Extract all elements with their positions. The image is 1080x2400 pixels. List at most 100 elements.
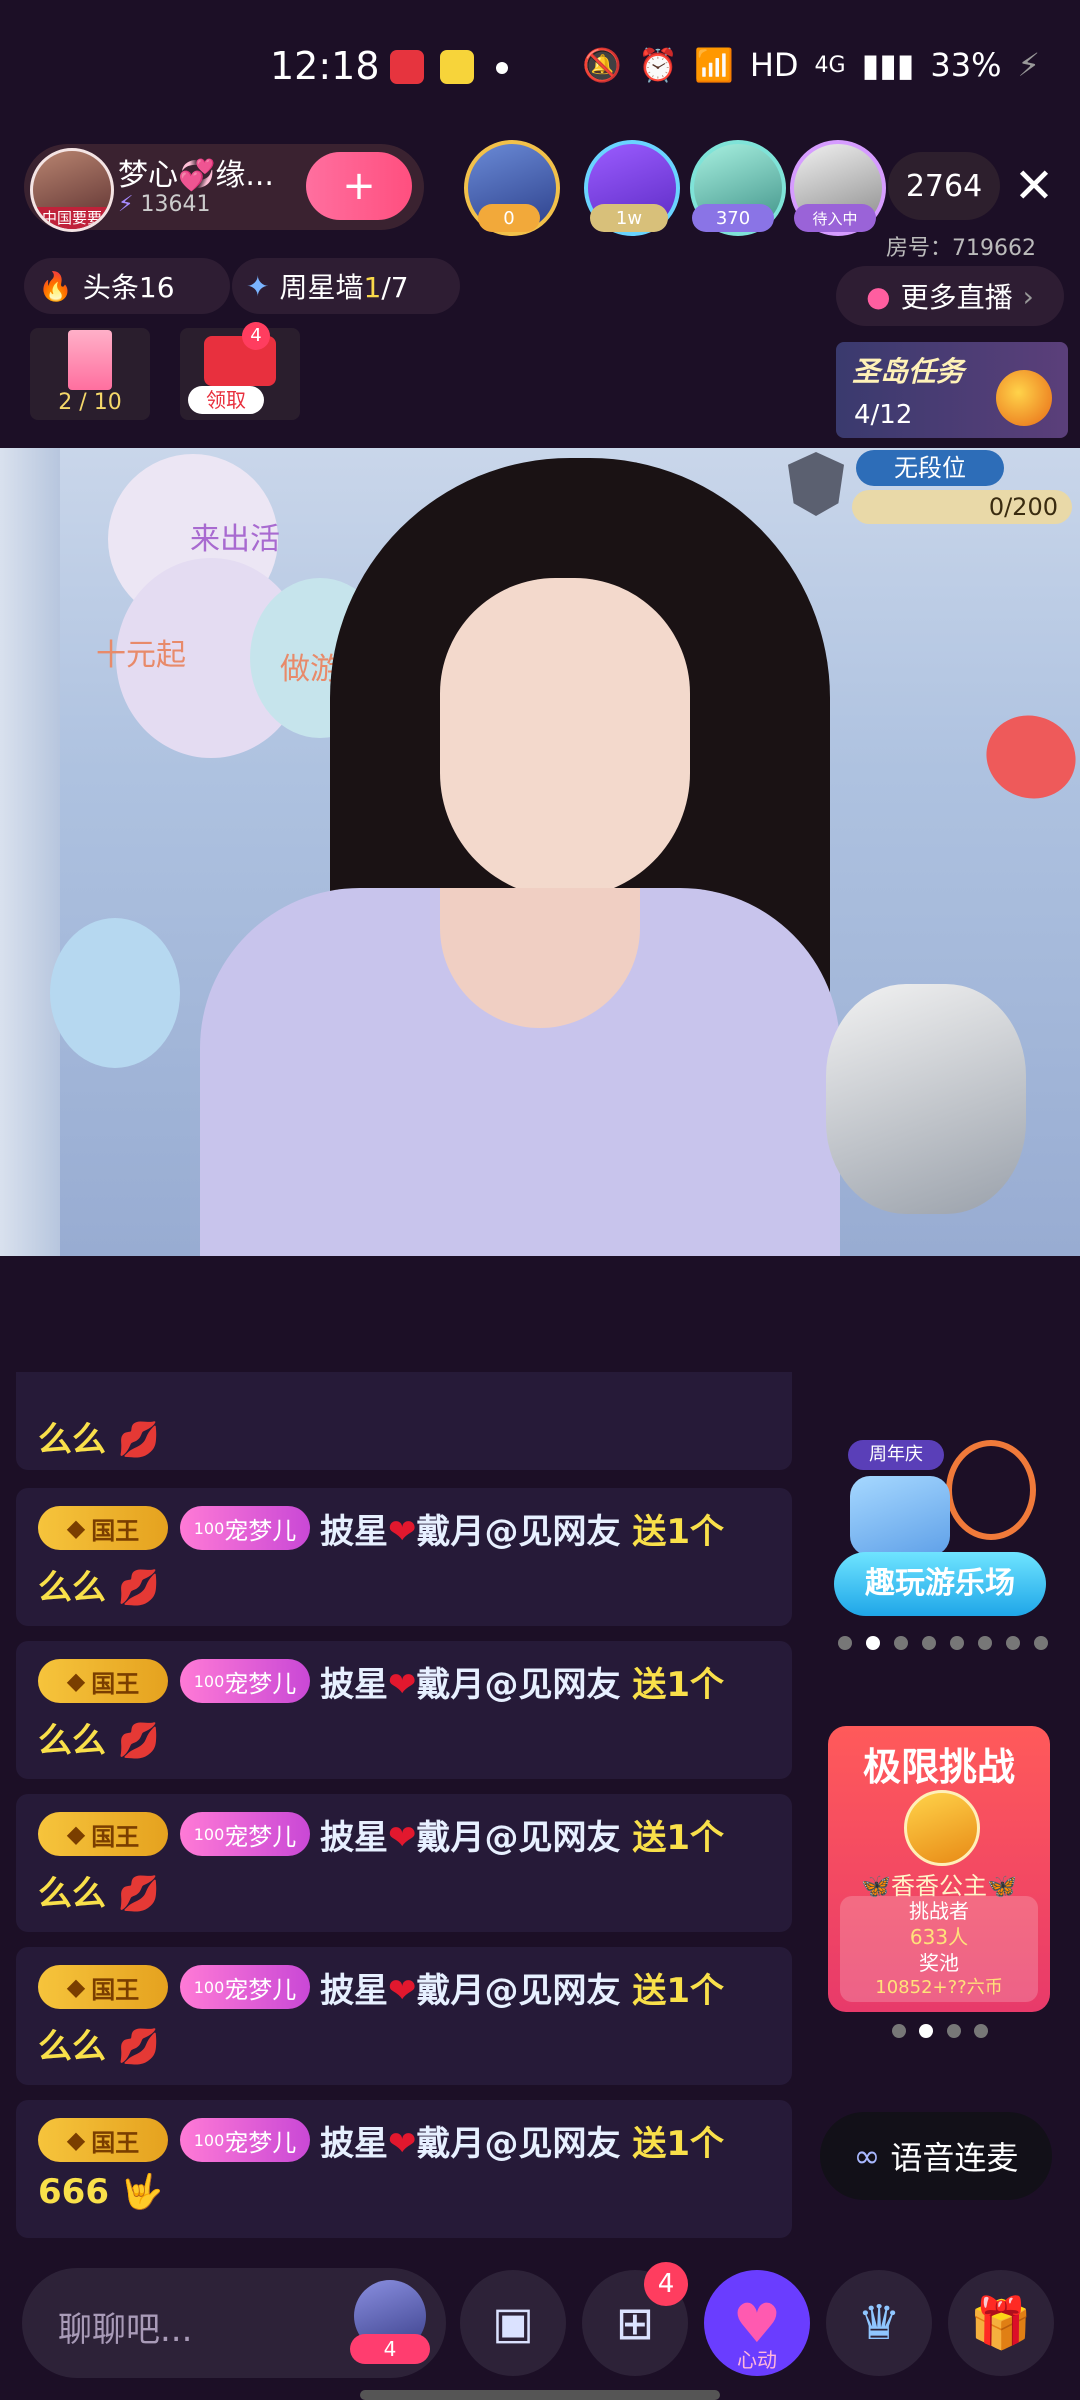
chat-placeholder: 聊聊吧... [58, 2310, 193, 2350]
live-video[interactable]: 来出活 十元起 做游戏 无段位 0/200 [0, 448, 1080, 1256]
challenger-count: 633人 [909, 1925, 969, 1949]
voice-link-button[interactable]: ∞ 语音连麦 [820, 2112, 1052, 2200]
king-badge: ◆ 国王 [38, 2118, 168, 2162]
more-live-label: 更多直播 [900, 281, 1013, 314]
rank-label[interactable]: 无段位 [856, 450, 1004, 486]
link-icon: ∞ [853, 2137, 881, 2175]
amusement-label: 趣玩游乐场 [834, 1552, 1046, 1616]
weekly-star-chip[interactable]: ✦ 周星墙1/7 [232, 258, 460, 314]
follow-button[interactable]: + [306, 152, 412, 220]
alarm-icon: ⏰ [638, 46, 678, 84]
shield-icon [788, 452, 844, 516]
card-progress: 2 / 10 [58, 390, 122, 415]
chat-text: 披星❤戴月@见网友 送1个 [320, 1818, 725, 1858]
pet-badge: 100 宠梦儿 [180, 2118, 310, 2162]
heart-label: 心动 [737, 2348, 777, 2372]
headline-label: 头条16 [82, 271, 175, 304]
lips-gift-icon: 💋 [117, 1420, 161, 1460]
viewer-badge: 370 [692, 204, 774, 232]
chat-bubble-icon: ▣ [492, 2297, 534, 2349]
pet-badge: 100 宠梦儿 [180, 1965, 310, 2009]
battery-level: 33% [930, 46, 1002, 84]
chat-text: 披星❤戴月@见网友 送1个 [320, 2124, 725, 2164]
gift-button[interactable]: 🎁 [948, 2270, 1054, 2376]
vip-button[interactable]: ♛ [826, 2270, 932, 2376]
hand-gesture-icon: 🤟 [120, 2172, 164, 2212]
apps-badge: 4 [644, 2262, 688, 2306]
screen-record-icon [390, 50, 424, 84]
pool-value: 10852+??六币 [875, 1977, 1003, 1998]
anchor-fans: ⚡ 13641 [118, 192, 211, 217]
chat-input[interactable]: 聊聊吧... 4 [22, 2268, 446, 2378]
redpack-claim-label: 领取 [188, 386, 264, 414]
wifi-icon: 📶 [693, 46, 734, 84]
heart-move-button[interactable]: ♥ 心动 [704, 2270, 810, 2376]
message-button[interactable]: ▣ [460, 2270, 566, 2376]
apps-button[interactable]: ⊞ 4 [582, 2262, 688, 2376]
network-type: HD [749, 46, 799, 84]
chat-text: 披星❤戴月@见网友 送1个 [320, 1512, 725, 1552]
carousel-dots [838, 1636, 1048, 1656]
balloon [50, 918, 180, 1068]
notification-dot-icon [496, 62, 508, 74]
home-indicator[interactable] [360, 2390, 720, 2400]
close-icon[interactable]: ✕ [1010, 158, 1058, 214]
balloon-text: 十元起 [96, 638, 186, 673]
redpack-activity[interactable]: 4 领取 [180, 322, 300, 420]
signal-type: 4G [814, 52, 846, 78]
balloon-text: 来出活 [190, 522, 280, 557]
anniversary-tag: 周年庆 [848, 1440, 944, 1470]
chat-message: ◆ 国王 100 宠梦儿 披星❤戴月@见网友 送1个 么么 💋 [16, 1641, 792, 1779]
viewer-count[interactable]: 2764 [888, 152, 1000, 220]
avatar-caption: 中国要要 [33, 207, 111, 229]
chat-gift-name: 么么 💋 [38, 1568, 161, 1608]
chat-message: 么么 💋 [16, 1372, 792, 1470]
heart-icon: ❤ [388, 1971, 417, 2011]
carousel-dots [892, 2024, 988, 2040]
pet-badge: 100 宠梦儿 [180, 1659, 310, 1703]
chat-message: ◆ 国王 100 宠梦儿 披星❤戴月@见网友 送1个 么么 💋 [16, 1488, 792, 1626]
chat-gift-name: 么么 💋 [38, 1420, 161, 1460]
card-activity[interactable]: 2 / 10 [30, 328, 150, 420]
king-badge: ◆ 国王 [38, 1659, 168, 1703]
chevron-right-icon: › [1022, 279, 1034, 313]
viewer-badge: 0 [478, 204, 540, 232]
crown-gem-icon: ◆ [66, 1820, 86, 1848]
extreme-challenge-card[interactable]: 极限挑战 🦋香香公主🦋 挑战者 633人 奖池 10852+??六币 [828, 1726, 1050, 2012]
weekly-star-label: 周星墙1/7 [279, 271, 409, 304]
star-badge-icon: ✦ [246, 269, 270, 303]
chat-gift-name: 666 🤟 [38, 2172, 164, 2212]
crown-icon: ♛ [857, 2295, 901, 2351]
status-indicators: 🔕 ⏰ 📶 HD 4G ▮▮▮ 33% ⚡ [582, 46, 1040, 84]
pet-badge: 100 宠梦儿 [180, 1812, 310, 1856]
heart-decoration-icon [974, 703, 1080, 811]
amusement-park-banner[interactable]: 周年庆 趣玩游乐场 [830, 1440, 1058, 1620]
heart-icon: ❤ [388, 1818, 417, 1858]
challenge-stats: 挑战者 633人 奖池 10852+??六币 [840, 1896, 1038, 2002]
microphone [826, 984, 1026, 1214]
more-live-button[interactable]: ● 更多直播 › [836, 266, 1064, 326]
love-card-icon [68, 330, 112, 390]
ferris-wheel-icon [946, 1440, 1036, 1540]
fans-icon: ⚡ [118, 192, 134, 217]
pool-label: 奖池 [919, 1951, 959, 1975]
crown-gem-icon: ◆ [66, 1973, 86, 2001]
crown-gem-icon: ◆ [66, 2126, 86, 2154]
status-time: 12:18 [270, 44, 380, 88]
anchor-avatar[interactable]: 中国要要 [30, 148, 114, 232]
chat-gift-name: 么么 💋 [38, 1874, 161, 1914]
crown-gem-icon: ◆ [66, 1514, 86, 1542]
chat-gift-name: 么么 💋 [38, 2027, 161, 2067]
island-task[interactable]: 圣岛任务 4/12 [836, 342, 1068, 438]
headline-chip[interactable]: 🔥 头条16 [24, 258, 230, 314]
chat-text: 披星❤戴月@见网友 送1个 [320, 1665, 725, 1705]
charging-icon: ⚡ [1017, 46, 1040, 84]
crown-gem-icon: ◆ [66, 1667, 86, 1695]
pet-badge: 100 宠梦儿 [180, 1506, 310, 1550]
live-dots-icon: ● [866, 279, 891, 313]
heart-icon: ❤ [388, 1512, 417, 1552]
lips-gift-icon: 💋 [117, 1568, 161, 1608]
lips-gift-icon: 💋 [117, 1874, 161, 1914]
castle-icon [850, 1476, 950, 1556]
avatar-level-badge: 4 [350, 2334, 430, 2364]
